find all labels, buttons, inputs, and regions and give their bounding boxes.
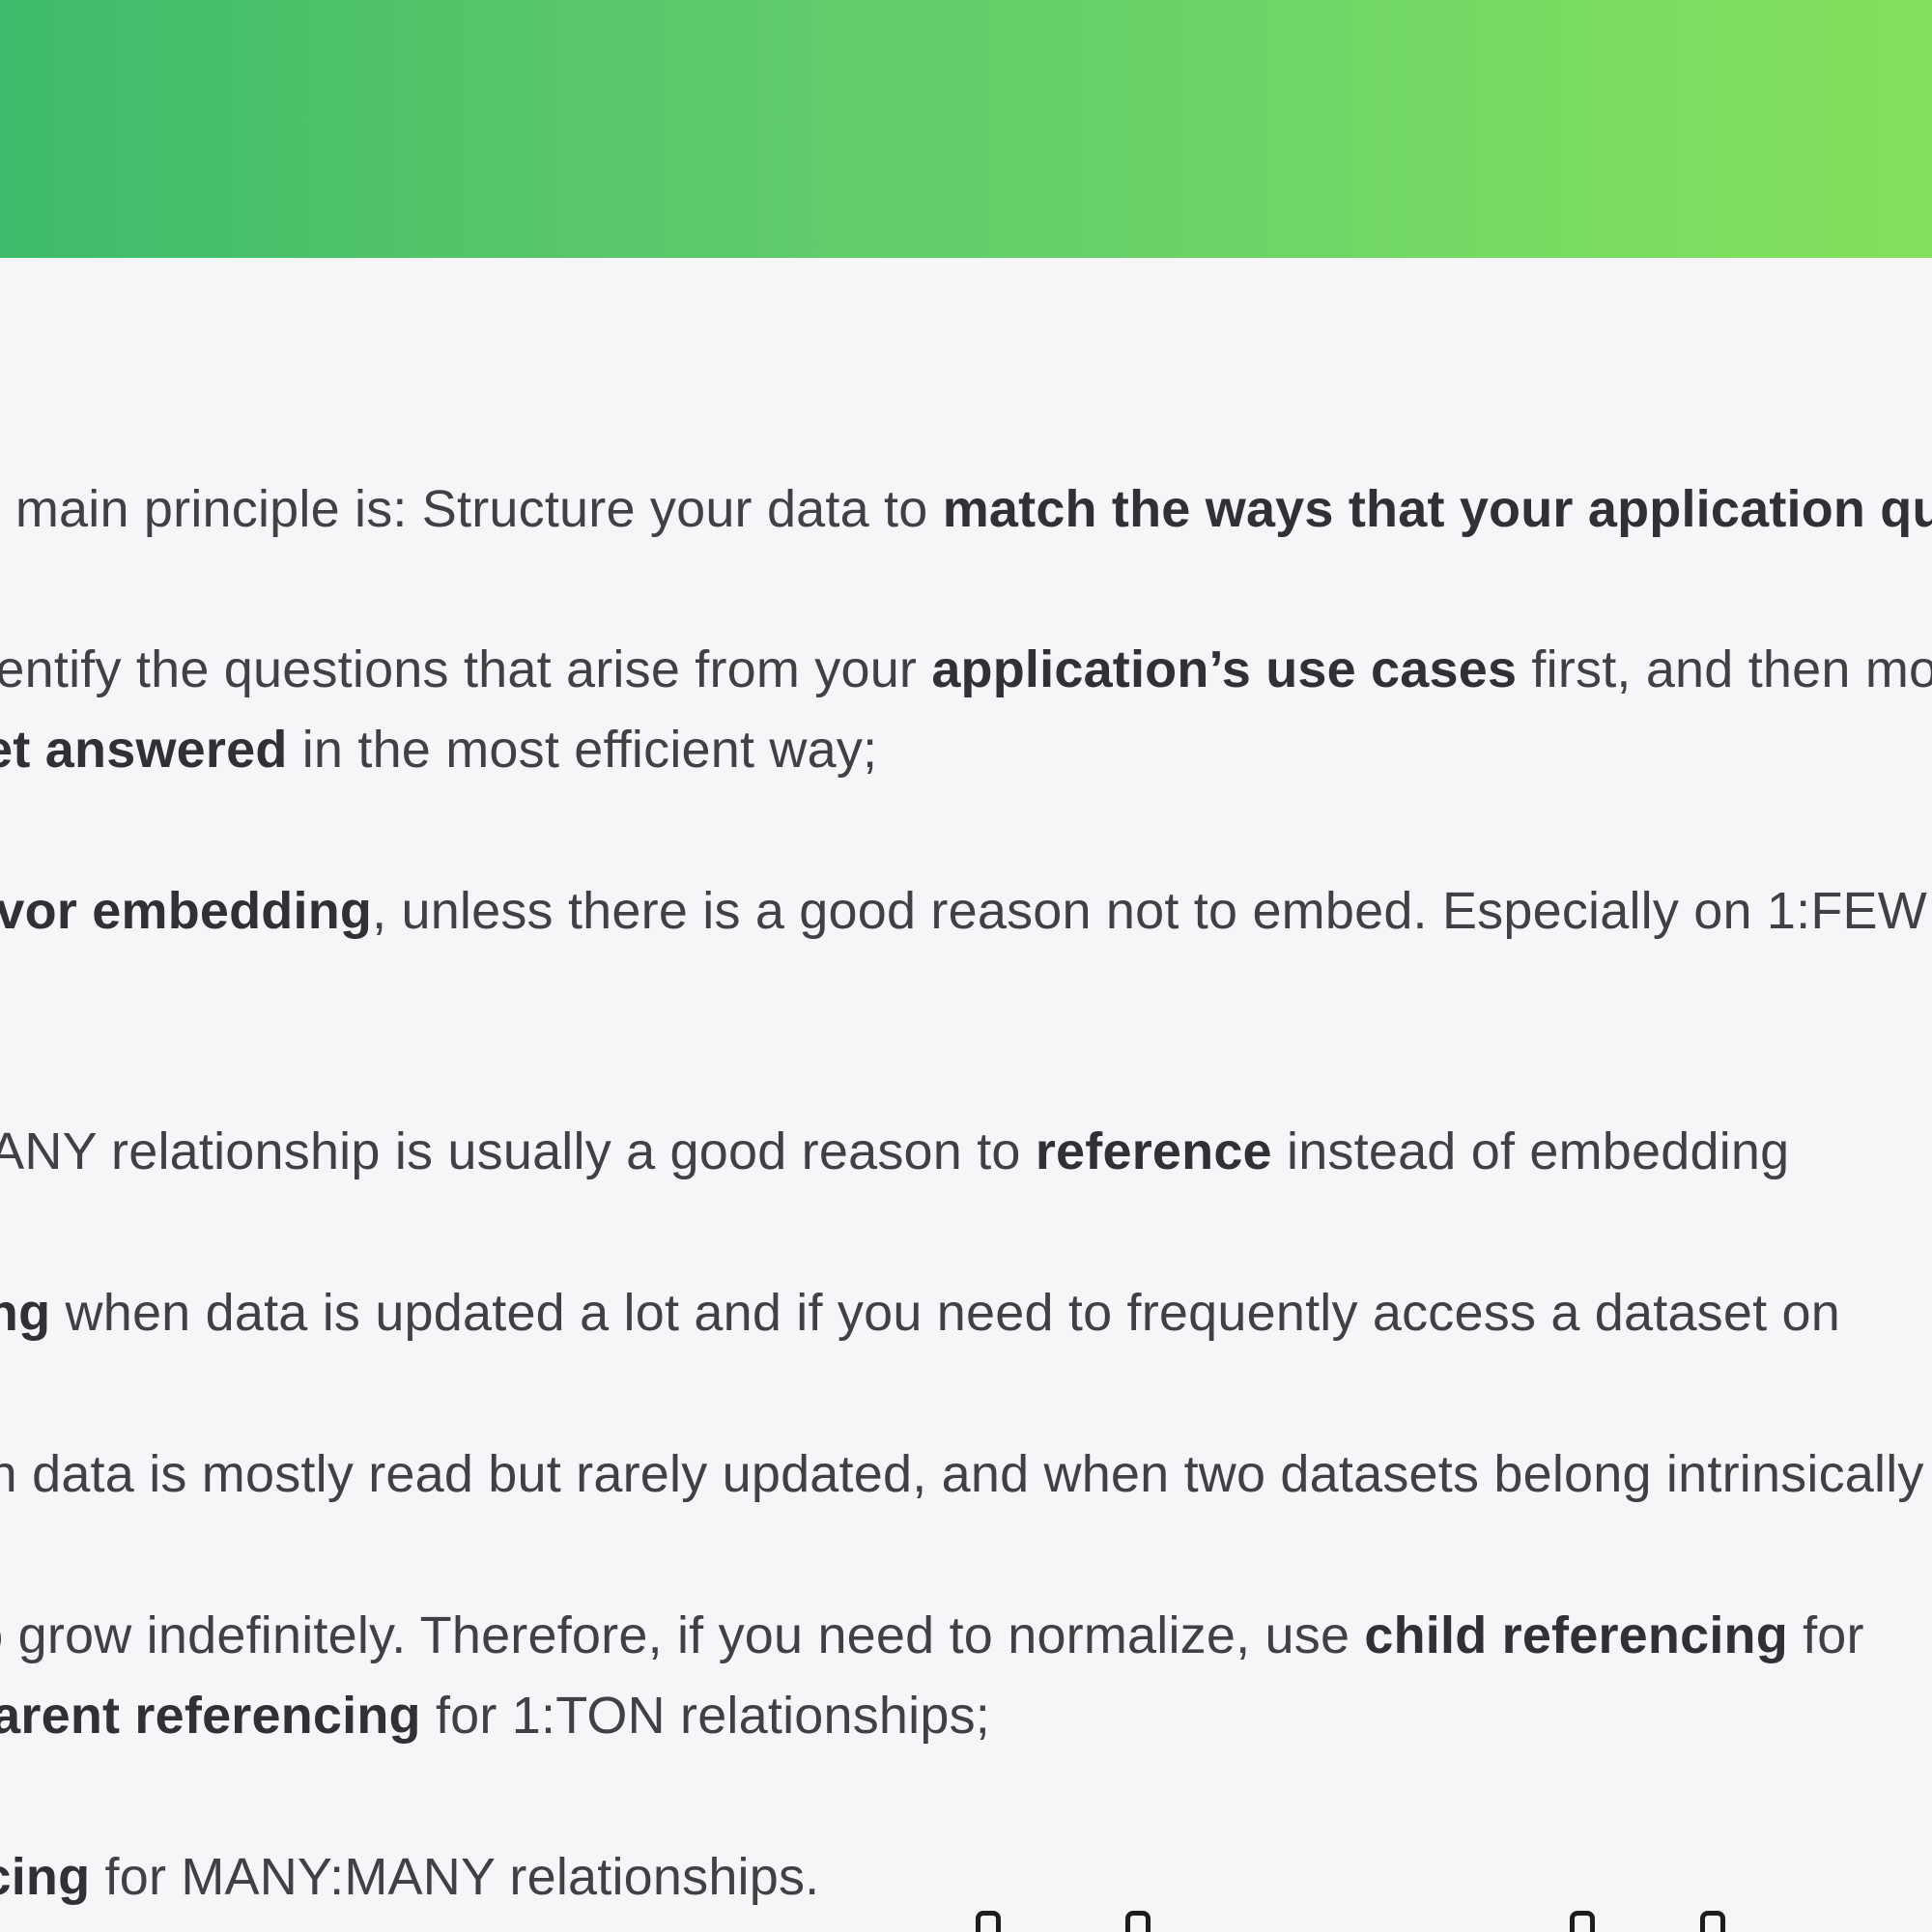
identify-tail: first, and then model [1531,640,1932,698]
slide-page: The main principle is: Structure your da… [0,0,1932,1932]
many-many-bold: referencing [0,1848,91,1906]
grow-tail: for [1787,1606,1864,1664]
embedding-bold: favor embedding [0,882,373,940]
referencing-line: referencing when data is updated a lot a… [0,1282,1840,1344]
referencing-text: when data is updated a lot and if you ne… [50,1284,1840,1342]
read-line: when data is mostly read but rarely upda… [0,1443,1924,1505]
identify-text: Identify the questions that arise from y… [0,640,932,698]
many-text: MANY relationship is usually a good reas… [0,1122,1036,1180]
answered-bold: get answered [0,721,288,779]
grow-text: to grow indefinitely. Therefore, if you … [0,1606,1365,1664]
identify-bold: application’s use cases [931,640,1518,698]
parent-text: for 1:TON relationships; [420,1687,990,1745]
many-many-line: referencing for MANY:MANY relationships. [0,1846,819,1908]
parent-bold: parent referencing [0,1687,421,1745]
many-line: MANY relationship is usually a good reas… [0,1121,1789,1182]
embedding-line: favor embedding, unless there is a good … [0,880,1927,942]
answered-line: get answered in the most efficient way; [0,719,877,781]
grow-line: to grow indefinitely. Therefore, if you … [0,1605,1864,1666]
partial-shape-1 [976,1911,1001,1932]
many-many-text: for MANY:MANY relationships. [90,1848,820,1906]
many-tail: instead of embedding [1271,1122,1790,1180]
grow-bold: child referencing [1364,1606,1788,1664]
many-bold: reference [1035,1122,1272,1180]
principle-line: The main principle is: Structure your da… [0,478,1932,540]
parent-line: parent referencing for 1:TON relationshi… [0,1685,990,1747]
partial-shapes [947,1911,1816,1932]
principle-bold: match the ways that your application que… [942,480,1932,538]
partial-shape-2 [1125,1911,1151,1932]
embedding-text: , unless there is a good reason not to e… [372,882,1927,940]
principle-text: The main principle is: Structure your da… [0,480,943,538]
answered-text: in the most efficient way; [287,721,878,779]
slide-content: The main principle is: Structure your da… [0,0,1932,1932]
partial-shape-4 [1700,1911,1725,1932]
identify-line: Identify the questions that arise from y… [0,639,1932,700]
read-text: when data is mostly read but rarely upda… [0,1445,1924,1503]
partial-shape-3 [1570,1911,1595,1932]
referencing-bold: referencing [0,1284,51,1342]
